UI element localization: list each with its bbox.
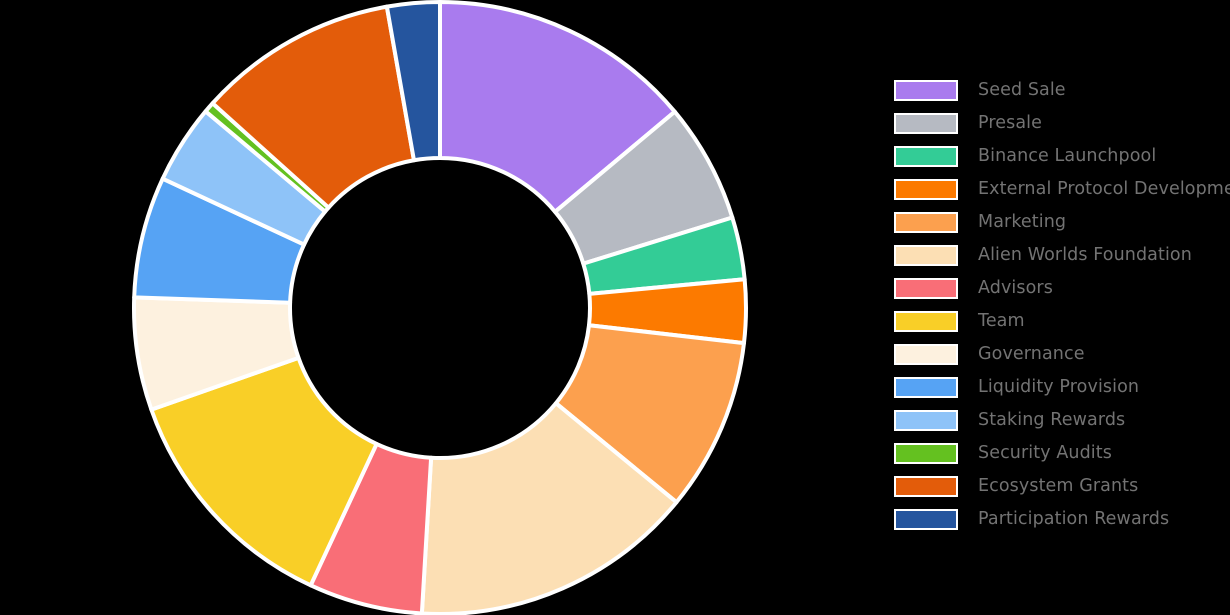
legend-swatch-frame [894, 509, 958, 530]
legend-item-label: Liquidity Provision [978, 376, 1140, 397]
legend-swatch-frame [894, 377, 958, 398]
legend-color-swatch [896, 247, 956, 264]
legend-item-label: External Protocol Development [978, 178, 1230, 199]
legend-swatch-frame [894, 311, 958, 332]
legend-color-swatch [896, 115, 956, 132]
legend-swatch-frame [894, 443, 958, 464]
legend-swatch-frame [894, 80, 958, 101]
legend-swatch-frame [894, 113, 958, 134]
legend-item[interactable]: Alien Worlds Foundation [894, 239, 1192, 272]
legend-item-label: Advisors [978, 277, 1053, 298]
legend-item[interactable]: Liquidity Provision [894, 371, 1139, 404]
legend-swatch-frame [894, 146, 958, 167]
legend-swatch-frame [894, 278, 958, 299]
legend-item[interactable]: Seed Sale [894, 74, 1066, 107]
legend-item-label: Governance [978, 343, 1085, 364]
legend-color-swatch [896, 346, 956, 363]
legend-color-swatch [896, 478, 956, 495]
legend-item-label: Alien Worlds Foundation [978, 244, 1192, 265]
legend-item[interactable]: External Protocol Development [894, 173, 1230, 206]
legend-item[interactable]: Team [894, 305, 1025, 338]
legend-item[interactable]: Security Audits [894, 437, 1112, 470]
legend-item-label: Ecosystem Grants [978, 475, 1139, 496]
legend-swatch-frame [894, 179, 958, 200]
legend-item-label: Staking Rewards [978, 409, 1126, 430]
legend-swatch-frame [894, 476, 958, 497]
legend-item[interactable]: Ecosystem Grants [894, 470, 1138, 503]
donut-chart-canvas: Seed Sale Presale Binance Launchpool Extern… [0, 0, 1230, 615]
legend-item[interactable]: Presale [894, 107, 1042, 140]
legend-color-swatch [896, 214, 956, 231]
legend-item-label: Seed Sale [978, 79, 1066, 100]
legend-item[interactable]: Binance Launchpool [894, 140, 1156, 173]
legend-item-label: Participation Rewards [978, 508, 1170, 529]
legend-item-label: Binance Launchpool [978, 145, 1157, 166]
legend-color-swatch [896, 82, 956, 99]
donut-slices [132, 0, 748, 615]
legend-item[interactable]: Advisors [894, 272, 1053, 305]
legend-item[interactable]: Staking Rewards [894, 404, 1125, 437]
legend-color-swatch [896, 412, 956, 429]
legend-item-label: Marketing [978, 211, 1067, 232]
legend-color-swatch [896, 445, 956, 462]
legend-color-swatch [896, 280, 956, 297]
legend-swatch-frame [894, 344, 958, 365]
legend-color-swatch [896, 511, 956, 528]
legend-swatch-frame [894, 410, 958, 431]
legend-item[interactable]: Participation Rewards [894, 503, 1169, 536]
legend-item-label: Team [978, 310, 1025, 331]
legend-color-swatch [896, 379, 956, 396]
chart-legend: Seed Sale Presale Binance Launchpool Extern… [894, 74, 1230, 536]
legend-color-swatch [896, 148, 956, 165]
legend-item-label: Presale [978, 112, 1042, 133]
legend-item[interactable]: Governance [894, 338, 1085, 371]
legend-swatch-frame [894, 212, 958, 233]
legend-item[interactable]: Marketing [894, 206, 1066, 239]
legend-color-swatch [896, 313, 956, 330]
legend-color-swatch [896, 181, 956, 198]
legend-item-label: Security Audits [978, 442, 1112, 463]
legend-swatch-frame [894, 245, 958, 266]
